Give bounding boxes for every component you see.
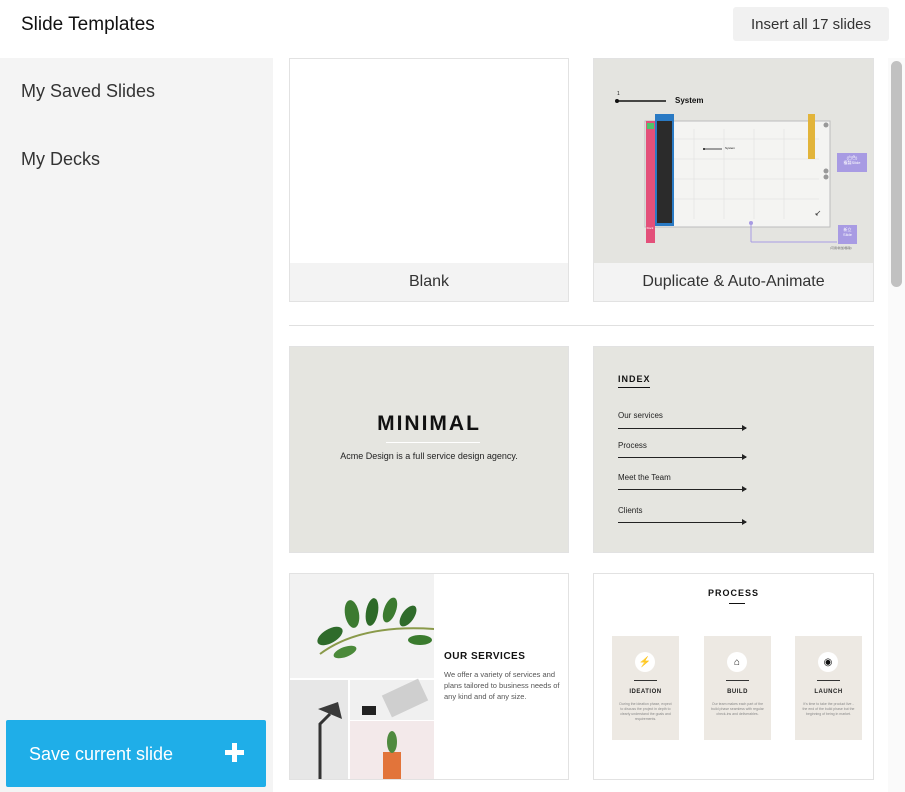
index-item: Clients <box>618 506 643 515</box>
sidebar: My Saved Slides My Decks <box>0 58 273 792</box>
step-name: IDEATION <box>629 689 662 695</box>
template-caption: Blank <box>290 263 568 301</box>
template-index[interactable]: INDEX Our services Process Meet the Team… <box>593 346 874 553</box>
title-rule <box>618 387 650 388</box>
index-title: INDEX <box>618 374 651 384</box>
diagram-illustration: 1 <box>615 91 867 244</box>
panel-title: Slide Templates <box>21 14 155 35</box>
process-step-card: ◉ LAUNCH It's time to take the product l… <box>795 636 862 740</box>
template-minimal[interactable]: MINIMAL Acme Design is a full service de… <box>289 346 569 553</box>
template-process[interactable]: PROCESS ⚡ IDEATION During the ideation p… <box>593 573 874 780</box>
step-rule <box>726 680 749 681</box>
plus-icon <box>225 743 244 762</box>
services-body: We offer a variety of services and plans… <box>444 670 560 701</box>
minimal-subtitle: Acme Design is a full service design age… <box>340 451 518 461</box>
step-name: BUILD <box>727 689 748 695</box>
template-duplicate-auto-animate[interactable]: 1 System System Dock (白色) 複製Slide 新立 Sli… <box>593 58 874 302</box>
arrow-icon <box>618 486 747 492</box>
save-current-slide-button[interactable]: Save current slide <box>6 720 266 787</box>
save-button-label: Save current slide <box>29 744 174 764</box>
sidebar-item-my-decks[interactable]: My Decks <box>21 149 100 170</box>
process-step-card: ⚡ IDEATION During the ideation phase, ex… <box>612 636 679 740</box>
bolt-icon: ⚡ <box>635 652 655 672</box>
svg-text:1: 1 <box>617 91 620 97</box>
step-rule <box>634 680 657 681</box>
step-text: It's time to take the product live - the… <box>802 702 855 716</box>
globe-icon: ◉ <box>818 652 838 672</box>
services-title: OUR SERVICES <box>444 651 526 662</box>
template-caption: Duplicate & Auto-Animate <box>594 263 873 301</box>
index-item: Our services <box>618 411 663 420</box>
insert-all-button[interactable]: Insert all 17 slides <box>733 7 889 41</box>
step-rule <box>817 680 840 681</box>
diagram-note: (可用/新加/移除) <box>830 246 852 250</box>
index-item: Meet the Team <box>618 473 671 482</box>
duplicate-slide-badge: (白色) 複製Slide <box>843 155 861 165</box>
header: Slide Templates Insert all 17 slides <box>0 0 905 58</box>
minimal-title: MINIMAL <box>377 412 481 435</box>
title-rule <box>386 442 480 443</box>
index-item: Process <box>618 441 647 450</box>
system-label: System <box>675 96 704 105</box>
step-text: Our team makes each part of the build ph… <box>711 702 764 716</box>
section-divider <box>289 325 874 326</box>
arrow-icon <box>618 425 747 431</box>
dock-badge: Dock <box>646 226 654 230</box>
services-photos <box>290 574 434 779</box>
slide-templates-panel: Slide Templates Insert all 17 slides My … <box>0 0 905 792</box>
small-system-label: System <box>725 146 736 150</box>
arrow-icon <box>618 454 747 460</box>
template-blank[interactable]: Blank <box>289 58 569 302</box>
process-title: PROCESS <box>707 588 759 598</box>
scrollbar-thumb[interactable] <box>891 61 902 287</box>
step-name: LAUNCH <box>814 689 843 695</box>
template-our-services[interactable]: OUR SERVICES We offer a variety of servi… <box>289 573 569 780</box>
house-icon: ⌂ <box>727 652 747 672</box>
new-slide-badge: 新立 Slide <box>843 227 852 237</box>
step-text: During the ideation phase, expect to dis… <box>619 702 672 721</box>
sidebar-item-my-saved-slides[interactable]: My Saved Slides <box>21 81 155 102</box>
process-step-card: ⌂ BUILD Our team makes each part of the … <box>704 636 771 740</box>
slide-background <box>290 347 568 552</box>
title-rule <box>729 603 745 604</box>
arrow-icon <box>618 519 747 525</box>
template-thumbnail: 1 System System Dock (白色) 複製Slide 新立 Sli… <box>594 59 873 265</box>
